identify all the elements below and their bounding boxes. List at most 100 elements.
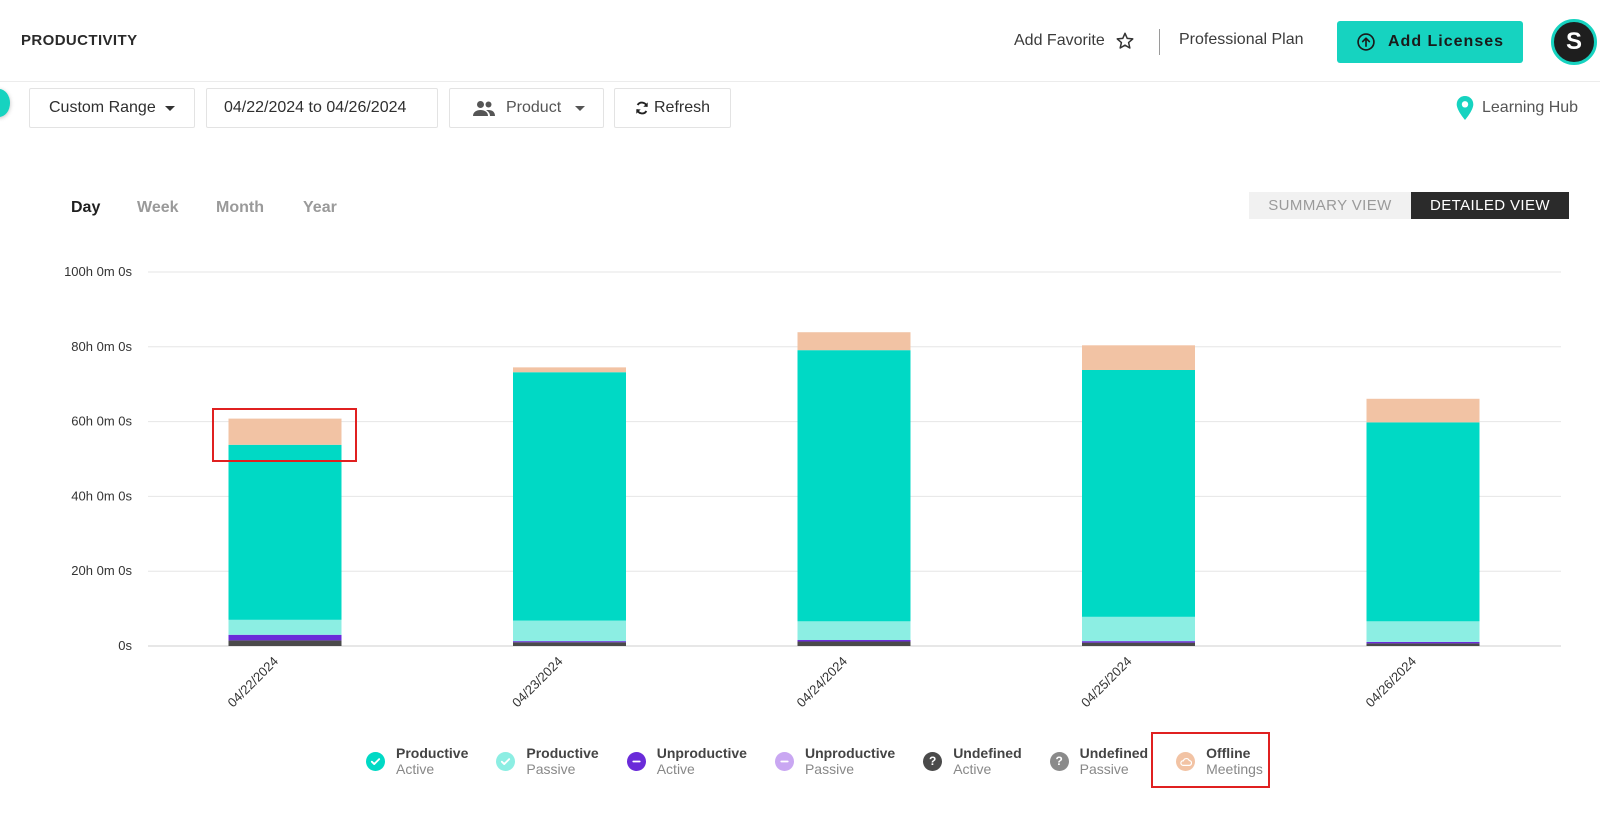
plan-label[interactable]: Professional Plan bbox=[1179, 31, 1304, 49]
legend-item[interactable]: Productive Active bbox=[366, 744, 468, 778]
legend-label: Unproductive Active bbox=[657, 745, 747, 777]
bar-segment bbox=[1366, 621, 1480, 642]
bar-segment bbox=[1082, 369, 1195, 617]
bar-segment bbox=[1366, 643, 1480, 646]
legend-label: Productive Active bbox=[396, 745, 468, 777]
check-icon bbox=[366, 751, 385, 771]
x-tick-label: 04/23/2024 bbox=[509, 654, 566, 711]
add-licenses-button[interactable]: Add Licenses bbox=[1337, 21, 1523, 63]
bar-segment bbox=[797, 640, 911, 642]
y-tick-label: 100h 0m 0s bbox=[64, 264, 132, 279]
bar-segment bbox=[1366, 641, 1480, 644]
bar-segment bbox=[513, 367, 626, 373]
legend-label: Undefined Active bbox=[953, 745, 1021, 777]
tab-month[interactable]: Month bbox=[216, 199, 264, 217]
minus-icon bbox=[774, 751, 794, 771]
date-range-label: Custom Range bbox=[49, 99, 156, 116]
bar-segment bbox=[513, 620, 626, 642]
legend-label: Productive Passive bbox=[526, 745, 598, 777]
add-favorite-button[interactable]: Add Favorite bbox=[1014, 31, 1135, 51]
refresh-button[interactable]: Refresh bbox=[614, 88, 731, 128]
legend-sub-text: Passive bbox=[526, 761, 576, 777]
legend-item[interactable]: ? Undefined Passive bbox=[1049, 744, 1148, 778]
bar-segment bbox=[1366, 398, 1480, 423]
bar-segment bbox=[1082, 642, 1195, 646]
date-range-dropdown[interactable]: Custom Range bbox=[29, 88, 195, 128]
date-picker-field[interactable]: 04/22/2024 to 04/26/2024 bbox=[206, 88, 438, 128]
legend-label: Offline Meetings bbox=[1206, 745, 1263, 777]
y-tick-label: 40h 0m 0s bbox=[71, 488, 132, 503]
minus-icon bbox=[626, 751, 646, 771]
page-title: PRODUCTIVITY bbox=[21, 32, 138, 49]
legend-main-text: Unproductive bbox=[656, 745, 747, 761]
legend-label: Unproductive Passive bbox=[805, 745, 895, 777]
legend-sub-text: Active bbox=[656, 761, 695, 777]
bar-segment bbox=[513, 641, 626, 643]
legend-main-text: Productive bbox=[396, 745, 469, 761]
question-icon: ? bbox=[923, 751, 943, 771]
bar-segment bbox=[797, 621, 911, 641]
legend-main-text: Productive bbox=[526, 745, 599, 761]
bar-segment bbox=[228, 619, 342, 635]
bar-segment bbox=[513, 642, 626, 646]
tab-day[interactable]: Day bbox=[71, 199, 100, 217]
legend-item[interactable]: Offline Meetings bbox=[1176, 744, 1263, 778]
legend-main-text: Undefined bbox=[1079, 745, 1149, 761]
bar-segment bbox=[228, 640, 342, 646]
tab-year[interactable]: Year bbox=[303, 199, 337, 217]
bar-segment bbox=[1082, 616, 1195, 642]
add-favorite-label: Add Favorite bbox=[1014, 32, 1105, 49]
refresh-label: Refresh bbox=[654, 99, 711, 116]
legend-sub-text: Active bbox=[396, 761, 435, 777]
legend-item[interactable]: Unproductive Active bbox=[626, 744, 747, 778]
x-tick-label: 04/22/2024 bbox=[224, 654, 281, 711]
x-tick-label: 04/24/2024 bbox=[793, 654, 850, 711]
caret-down-icon bbox=[575, 105, 586, 111]
legend-main-text: Undefined bbox=[953, 745, 1022, 761]
product-filter-label: Product bbox=[506, 99, 562, 116]
detailed-view-button[interactable]: DETAILED VIEW bbox=[1411, 192, 1569, 219]
bar-segment bbox=[228, 444, 342, 620]
legend-main-text: Unproductive bbox=[804, 745, 896, 761]
bar-segment bbox=[1082, 641, 1195, 643]
user-avatar[interactable]: S bbox=[1551, 19, 1597, 65]
learning-hub-label: Learning Hub bbox=[1482, 99, 1579, 116]
bar-segment bbox=[228, 634, 342, 641]
y-tick-label: 0s bbox=[118, 638, 132, 653]
learning-hub-link[interactable]: Learning Hub bbox=[1456, 96, 1578, 120]
legend-item[interactable]: Productive Passive bbox=[496, 744, 599, 778]
location-pin-icon bbox=[1456, 96, 1474, 120]
legend-label: Undefined Passive bbox=[1080, 745, 1148, 777]
y-tick-label: 80h 0m 0s bbox=[71, 339, 132, 354]
refresh-icon bbox=[636, 101, 648, 115]
legend-sub-text: Active bbox=[953, 761, 992, 777]
bar-segment bbox=[797, 641, 911, 646]
sidebar-toggle-button[interactable] bbox=[0, 89, 10, 117]
bar-segment bbox=[228, 418, 342, 445]
productivity-chart: 0s 20h 0m 0s 40h 0m 0s 60h 0m 0s 80h 0m 0s 10… bbox=[0, 240, 1600, 720]
arrow-up-circle-icon bbox=[1357, 33, 1375, 51]
people-icon bbox=[473, 101, 495, 116]
x-tick-label: 04/25/2024 bbox=[1078, 654, 1135, 711]
product-filter-dropdown[interactable]: Product bbox=[449, 88, 604, 128]
header-divider bbox=[1159, 29, 1160, 55]
bar-segment bbox=[513, 372, 626, 621]
view-toggle: SUMMARY VIEW DETAILED VIEW bbox=[1249, 192, 1569, 219]
legend-item[interactable]: ? Undefined Active bbox=[923, 744, 1022, 778]
chart-legend: Productive Active Productive Passive Unprodu… bbox=[366, 744, 1291, 778]
legend-sub-text: Passive bbox=[1079, 761, 1129, 777]
chart-canvas: 0s 20h 0m 0s 40h 0m 0s 60h 0m 0s 80h 0m 0s 10… bbox=[64, 264, 1561, 711]
y-tick-label: 60h 0m 0s bbox=[71, 414, 132, 429]
x-tick-label: 04/26/2024 bbox=[1362, 654, 1419, 711]
bar-segment bbox=[797, 332, 911, 351]
legend-sub-text: Passive bbox=[804, 761, 854, 777]
legend-sub-text: Meetings bbox=[1206, 761, 1263, 777]
bar-segment bbox=[1082, 345, 1195, 370]
legend-item[interactable]: Unproductive Passive bbox=[774, 744, 895, 778]
top-header: PRODUCTIVITY Add Favorite Professional P… bbox=[0, 0, 1600, 82]
summary-view-button[interactable]: SUMMARY VIEW bbox=[1249, 192, 1411, 219]
tab-week[interactable]: Week bbox=[137, 199, 179, 217]
y-tick-label: 20h 0m 0s bbox=[71, 563, 132, 578]
bar-segment bbox=[1366, 422, 1480, 622]
check-icon bbox=[496, 751, 516, 771]
